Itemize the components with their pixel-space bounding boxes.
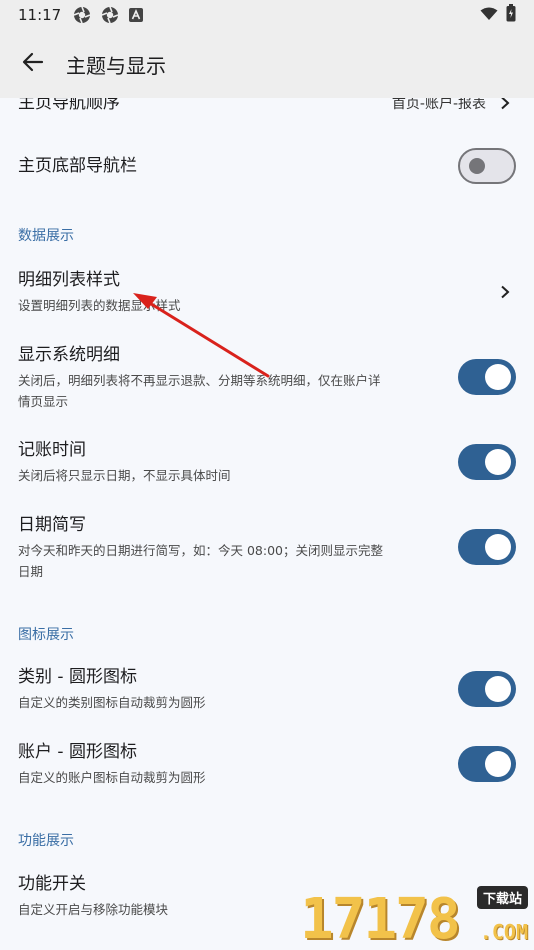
- chevron-right-icon: [494, 98, 516, 114]
- setting-title: 显示系统明细: [18, 344, 120, 365]
- setting-subtitle-line: 日期: [18, 563, 44, 579]
- watermark-logo: 17178 下载站 .COM: [300, 886, 530, 948]
- category-round-toggle[interactable]: [458, 671, 516, 707]
- setting-show-system-detail[interactable]: 显示系统明细 关闭后，明细列表将不再显示退款、分期等系统明细，仅在账户详 情页显…: [0, 341, 534, 413]
- setting-title: 日期简写: [18, 514, 86, 535]
- setting-value: 首页-账户-报表: [391, 98, 486, 112]
- section-header-icon: 图标展示: [18, 627, 74, 643]
- page-title: 主题与显示: [66, 53, 166, 78]
- wifi-icon: [480, 6, 498, 25]
- setting-subtitle-line: 对今天和昨天的日期进行简写，如：今天 08:00；关闭则显示完整: [18, 542, 383, 558]
- setting-subtitle: 关闭后将只显示日期，不显示具体时间: [18, 468, 231, 483]
- battery-icon: [506, 4, 516, 26]
- setting-subtitle: 自定义的类别图标自动裁剪为圆形: [18, 695, 206, 710]
- watermark-digits: 17178: [300, 887, 461, 950]
- status-bar: 11:17: [0, 0, 534, 30]
- section-header-feature: 功能展示: [18, 833, 74, 849]
- section-header-data: 数据展示: [18, 228, 74, 244]
- aperture-icon: [101, 6, 119, 24]
- setting-title: 类别 - 圆形图标: [18, 667, 137, 687]
- status-time: 11:17: [18, 6, 62, 24]
- chevron-right-icon: [494, 281, 516, 303]
- watermark-domain: .COM: [479, 920, 528, 944]
- setting-subtitle-line: 情页显示: [18, 393, 69, 409]
- system-detail-toggle[interactable]: [458, 359, 516, 395]
- setting-home-nav-order[interactable]: 主页导航顺序 首页-账户-报表: [0, 98, 534, 115]
- setting-title: 账户 - 圆形图标: [18, 742, 137, 762]
- setting-title: 记账时间: [18, 440, 86, 460]
- setting-subtitle: 设置明细列表的数据显示样式: [18, 298, 181, 313]
- setting-subtitle: 对今天和昨天的日期进行简写，如：今天 08:00；关闭则显示完整 日期: [18, 540, 430, 582]
- watermark-badge: 下载站: [476, 886, 528, 909]
- record-time-toggle[interactable]: [458, 444, 516, 480]
- setting-category-round-icon[interactable]: 类别 - 圆形图标 自定义的类别图标自动裁剪为圆形: [0, 665, 534, 713]
- setting-subtitle: 自定义的账户图标自动裁剪为圆形: [18, 770, 206, 785]
- settings-list[interactable]: 主页导航顺序 首页-账户-报表 主页底部导航栏 数据展示 明细列表样式 设置明细…: [0, 98, 534, 950]
- setting-date-short[interactable]: 日期简写 对今天和昨天的日期进行简写，如：今天 08:00；关闭则显示完整 日期: [0, 511, 534, 583]
- setting-subtitle: 关闭后，明细列表将不再显示退款、分期等系统明细，仅在账户详 情页显示: [18, 370, 430, 412]
- setting-title: 主页导航顺序: [18, 98, 120, 113]
- aperture-icon: [73, 6, 91, 24]
- bottom-nav-toggle[interactable]: [458, 148, 516, 184]
- setting-title: 主页底部导航栏: [18, 156, 137, 176]
- date-short-toggle[interactable]: [458, 529, 516, 565]
- app-bar: 主题与显示: [0, 30, 534, 98]
- setting-bottom-nav[interactable]: 主页底部导航栏: [0, 146, 534, 186]
- account-round-toggle[interactable]: [458, 746, 516, 782]
- a-badge-icon: [129, 8, 144, 22]
- arrow-left-icon: [22, 51, 44, 77]
- setting-detail-list-style[interactable]: 明细列表样式 设置明细列表的数据显示样式: [0, 267, 534, 317]
- setting-title: 明细列表样式: [18, 270, 120, 290]
- setting-account-round-icon[interactable]: 账户 - 圆形图标 自定义的账户图标自动裁剪为圆形: [0, 740, 534, 788]
- setting-record-time[interactable]: 记账时间 关闭后将只显示日期，不显示具体时间: [0, 438, 534, 486]
- back-button[interactable]: [18, 49, 48, 79]
- setting-subtitle-line: 关闭后，明细列表将不再显示退款、分期等系统明细，仅在账户详: [18, 372, 381, 388]
